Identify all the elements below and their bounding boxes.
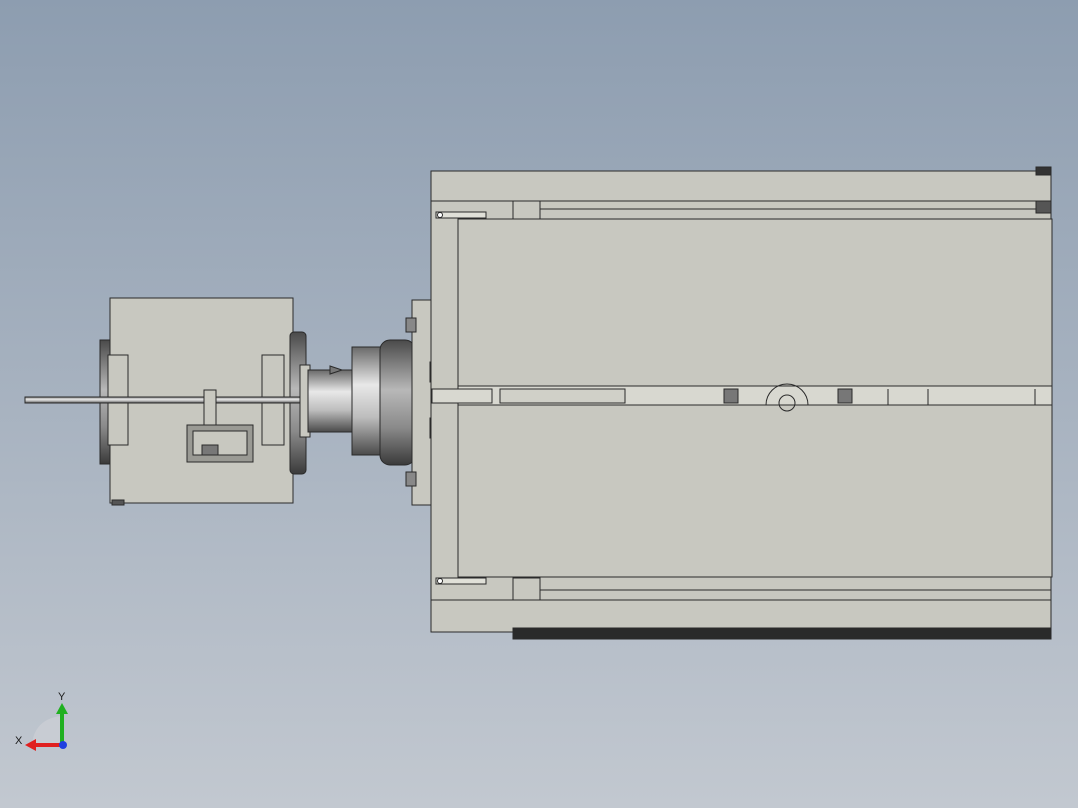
y-axis-label: Y [58, 691, 66, 703]
y-axis-arrowhead [56, 703, 68, 714]
shaft-rod[interactable] [24, 396, 301, 404]
triad-plane-icon [32, 716, 60, 745]
coordinate-triad: Y X [15, 691, 68, 751]
graphics-viewport[interactable]: Y X [0, 0, 1078, 808]
z-axis-dot [59, 741, 67, 749]
x-axis-arrowhead [25, 739, 36, 751]
x-axis-label: X [15, 735, 23, 747]
cad-model-view[interactable]: Y X [0, 0, 1078, 808]
main-frame[interactable] [430, 166, 1053, 640]
